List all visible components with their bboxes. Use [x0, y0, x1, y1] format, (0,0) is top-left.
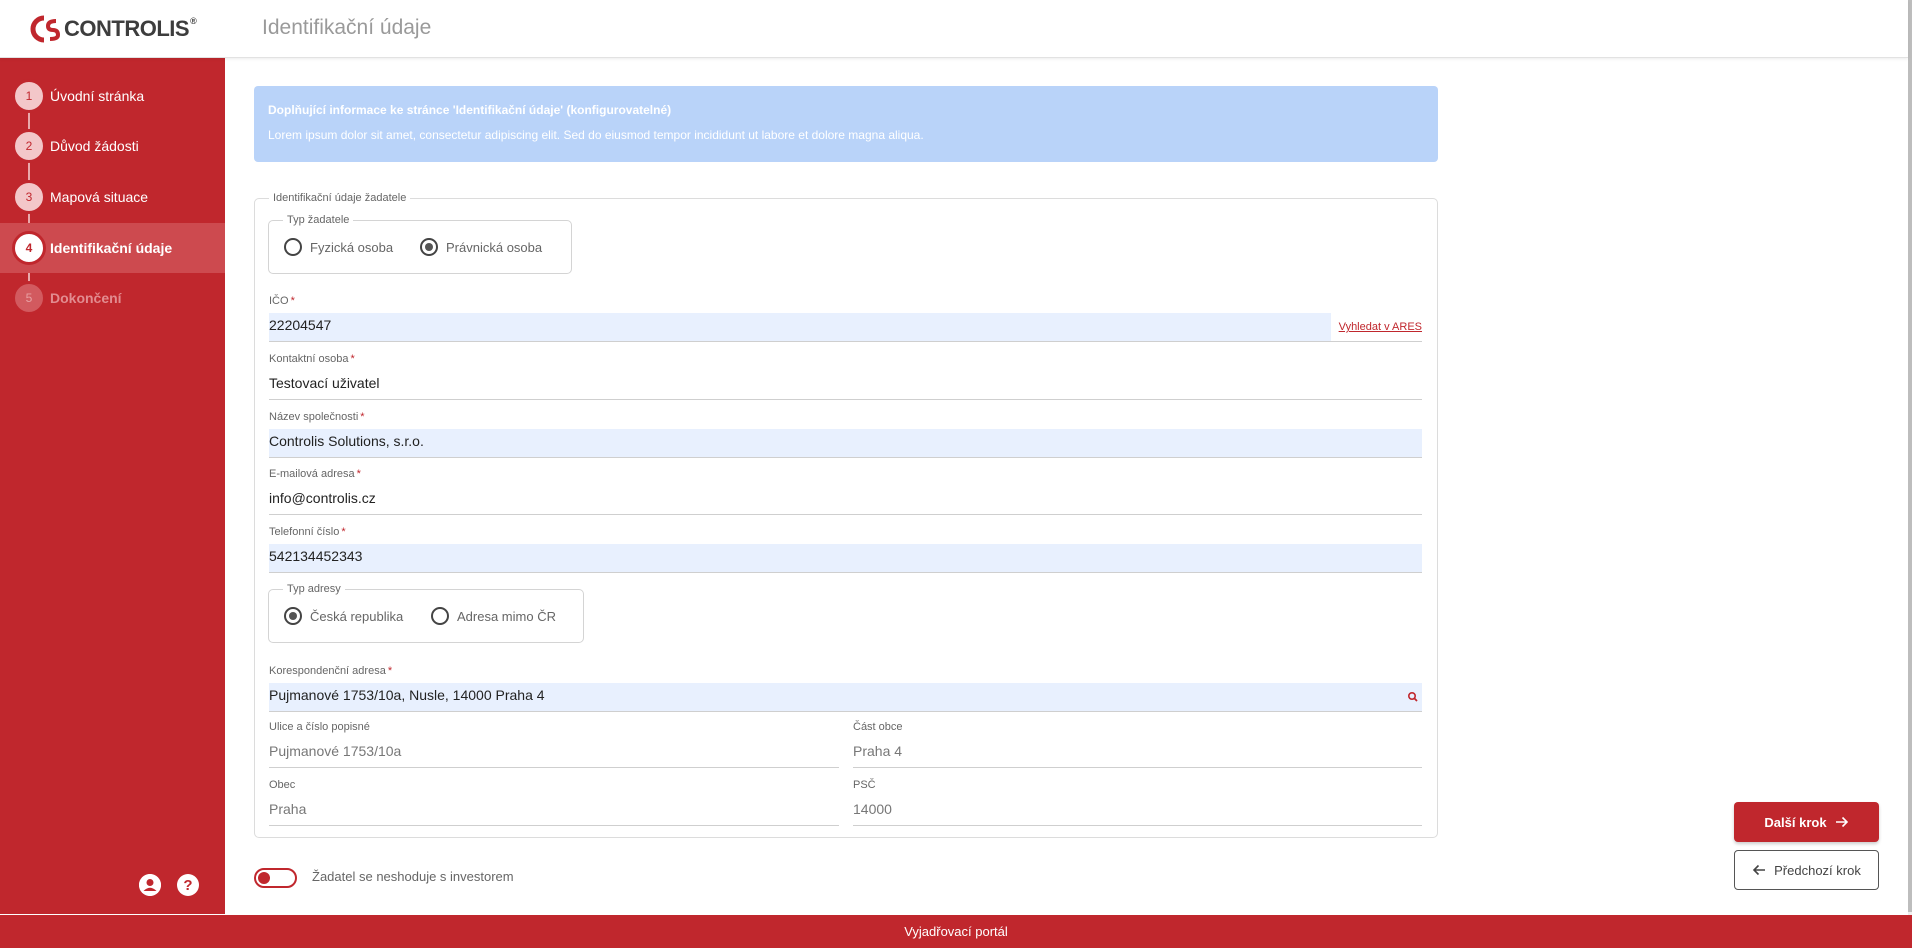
ico-field: IČO * 22204547 Vyhledat v ARES	[269, 295, 1422, 342]
step-map[interactable]: 3 Mapová situace	[0, 172, 225, 222]
search-icon[interactable]	[1406, 688, 1420, 706]
step-label: Důvod žádosti	[50, 138, 139, 154]
phone-input[interactable]: 542134452343	[269, 544, 1422, 573]
step-number: 2	[12, 129, 46, 163]
zip-field: PSČ 14000	[853, 779, 1422, 826]
zip-label: PSČ	[853, 779, 876, 791]
search-ares-link[interactable]: Vyhledat v ARES	[1330, 313, 1422, 341]
radio-label: Adresa mimo ČR	[457, 608, 556, 624]
city-label: Obec	[269, 779, 296, 791]
info-banner: Doplňující informace ke stránce 'Identif…	[254, 86, 1438, 162]
step-reason[interactable]: 2 Důvod žádosti	[0, 121, 225, 171]
street-input[interactable]: Pujmanové 1753/10a	[269, 739, 839, 768]
radio-czech-republic[interactable]: Česká republika	[284, 607, 403, 625]
company-label: Název společnosti *	[269, 411, 365, 423]
applicant-type-legend: Typ žadatele	[287, 214, 350, 226]
sidebar-icons: ?	[139, 874, 199, 896]
next-step-label: Další krok	[1764, 814, 1827, 830]
footer-text: Vyjadřovací portál	[904, 924, 1008, 939]
radio-circle	[284, 238, 302, 256]
info-title: Doplňující informace ke stránce 'Identif…	[268, 103, 672, 117]
radio-label: Právnická osoba	[446, 239, 543, 255]
city-input[interactable]: Praha	[269, 797, 839, 826]
app-footer: Vyjadřovací portál	[0, 915, 1912, 948]
radio-legal-person[interactable]: Právnická osoba	[420, 238, 542, 256]
step-finish: 5 Dokončení	[0, 273, 225, 323]
address-input[interactable]: Pujmanové 1753/10a, Nusle, 14000 Praha 4	[269, 683, 1422, 712]
step-identification[interactable]: 4 Identifikační údaje	[0, 223, 225, 273]
investor-toggle-label: Žadatel se neshoduje s investorem	[312, 869, 514, 884]
phone-label: Telefonní číslo *	[269, 526, 346, 538]
district-label: Část obce	[853, 721, 903, 733]
radio-label: Česká republika	[310, 608, 404, 624]
account-circle-icon[interactable]	[139, 874, 161, 896]
step-label: Mapová situace	[50, 189, 149, 205]
address-field: Korespondenční adresa * Pujmanové 1753/10…	[269, 665, 1422, 712]
previous-step-button[interactable]: Předchozí krok	[1734, 850, 1879, 890]
ico-input[interactable]: 22204547 Vyhledat v ARES	[269, 313, 1422, 342]
applicant-section-legend: Identifikační údaje žadatele	[273, 192, 407, 204]
ico-label: IČO *	[269, 295, 295, 307]
step-number: 4	[12, 231, 46, 265]
toggle-knob	[258, 872, 270, 884]
steps-sidebar: 1 Úvodní stránka 2 Důvod žádosti 3 Mapov…	[0, 58, 225, 914]
radio-circle-checked	[420, 238, 438, 256]
company-input[interactable]: Controlis Solutions, s.r.o.	[269, 429, 1422, 458]
contact-field: Kontaktní osoba * Testovací uživatel	[269, 353, 1422, 400]
radio-label: Fyzická osoba	[310, 239, 394, 255]
radio-natural-person[interactable]: Fyzická osoba	[284, 238, 393, 256]
contact-input[interactable]: Testovací uživatel	[269, 371, 1422, 400]
step-intro[interactable]: 1 Úvodní stránka	[0, 71, 225, 121]
step-number: 1	[12, 79, 46, 113]
email-label: E-mailová adresa *	[269, 468, 361, 480]
investor-toggle[interactable]	[254, 868, 297, 888]
controlis-logo-icon	[30, 15, 60, 43]
app-header: CONTROLIS® Identifikační údaje	[0, 0, 1908, 58]
district-input[interactable]: Praha 4	[853, 739, 1422, 768]
previous-step-label: Předchozí krok	[1774, 862, 1861, 878]
company-field: Název společnosti * Controlis Solutions, …	[269, 411, 1422, 458]
step-label: Úvodní stránka	[50, 88, 145, 104]
next-step-button[interactable]: Další krok	[1734, 802, 1879, 842]
radio-circle	[431, 607, 449, 625]
arrow-left-icon	[1753, 864, 1766, 876]
zip-input[interactable]: 14000	[853, 797, 1422, 826]
step-number: 3	[12, 180, 46, 214]
controlis-logo[interactable]: CONTROLIS®	[30, 14, 197, 44]
arrow-right-icon	[1835, 816, 1848, 828]
radio-foreign-address[interactable]: Adresa mimo ČR	[431, 607, 556, 625]
email-input[interactable]: info@controlis.cz	[269, 486, 1422, 515]
info-text: Lorem ipsum dolor sit amet, consectetur …	[268, 128, 924, 142]
vertical-scrollbar[interactable]	[1908, 0, 1912, 915]
radio-circle-checked	[284, 607, 302, 625]
step-label: Identifikační údaje	[50, 240, 173, 256]
scrollbar-thumb[interactable]	[1908, 0, 1912, 912]
city-field: Obec Praha	[269, 779, 839, 826]
help-circle-icon[interactable]: ?	[177, 874, 199, 896]
email-field: E-mailová adresa * info@controlis.cz	[269, 468, 1422, 515]
district-field: Část obce Praha 4	[853, 721, 1422, 768]
contact-label: Kontaktní osoba *	[269, 353, 355, 365]
step-label: Dokončení	[50, 290, 122, 306]
street-field: Ulice a číslo popisné Pujmanové 1753/10a	[269, 721, 839, 768]
phone-field: Telefonní číslo * 542134452343	[269, 526, 1422, 573]
address-type-legend: Typ adresy	[287, 583, 341, 595]
page-title: Identifikační údaje	[262, 16, 432, 39]
step-number: 5	[12, 281, 46, 315]
address-label: Korespondenční adresa *	[269, 665, 393, 677]
street-label: Ulice a číslo popisné	[269, 721, 370, 733]
logo-text: CONTROLIS®	[64, 16, 197, 41]
